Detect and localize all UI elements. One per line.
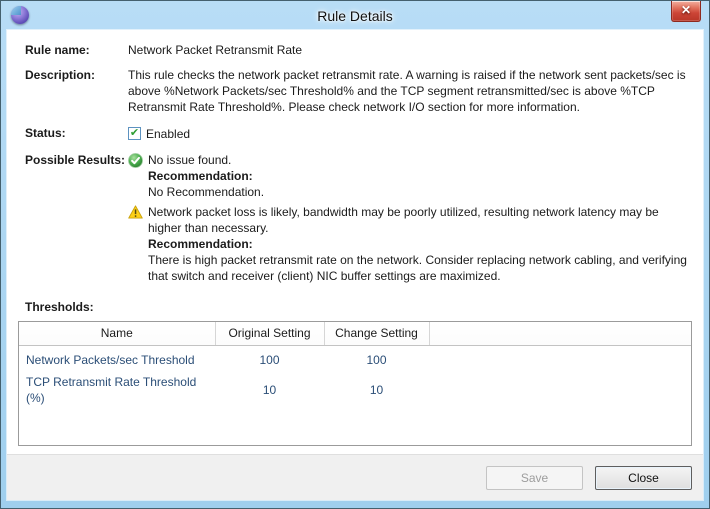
row-filler xyxy=(429,346,691,374)
footer: Save Close xyxy=(7,454,703,500)
column-header-change-setting: Change Setting xyxy=(324,321,430,346)
table-row[interactable]: TCP Retransmit Rate Threshold (%) 10 10 xyxy=(19,374,691,406)
status-label: Status: xyxy=(25,125,66,140)
dialog-body: Rule name: Network Packet Retransmit Rat… xyxy=(7,30,703,500)
close-icon: ✕ xyxy=(680,3,692,17)
window-title: Rule Details xyxy=(317,7,393,24)
checkbox-check-icon: ✔ xyxy=(129,127,140,139)
change-setting-value[interactable]: 100 xyxy=(324,346,429,374)
result-text: No issue found. xyxy=(148,152,232,167)
rule-name-label: Rule name: xyxy=(25,43,90,57)
success-icon xyxy=(128,152,148,200)
original-setting-value: 10 xyxy=(262,382,277,397)
save-button[interactable]: Save xyxy=(486,465,583,490)
threshold-name: TCP Retransmit Rate Threshold (%) xyxy=(26,374,197,405)
recommendation-text: No Recommendation. xyxy=(148,184,265,199)
recommendation-label: Recommendation: xyxy=(148,236,253,251)
original-setting-value: 100 xyxy=(259,352,280,367)
recommendation-label: Recommendation: xyxy=(148,168,253,183)
titlebar: Rule Details ✕ xyxy=(1,1,709,30)
column-header-filler xyxy=(429,321,691,346)
table-row[interactable]: Network Packets/sec Threshold 100 100 xyxy=(19,346,691,374)
app-sphere-icon xyxy=(11,6,29,24)
change-setting-value[interactable]: 10 xyxy=(324,374,429,406)
possible-results-row: Possible Results: No issue found. Recomm… xyxy=(18,152,692,288)
dialog-content: Rule name: Network Packet Retransmit Rat… xyxy=(7,30,703,454)
column-header-original-setting: Original Setting xyxy=(215,321,325,346)
rule-name-row: Rule name: Network Packet Retransmit Rat… xyxy=(18,42,692,58)
thresholds-table: Name Original Setting Change Setting Net… xyxy=(18,320,692,446)
close-button-footer[interactable]: Close xyxy=(595,465,692,490)
status-checkbox[interactable]: ✔ xyxy=(128,127,141,140)
status-row: Status: ✔ Enabled xyxy=(18,124,692,142)
thresholds-label-row: Thresholds: xyxy=(18,299,692,315)
thresholds-label: Thresholds: xyxy=(25,299,94,314)
description-label: Description: xyxy=(25,68,96,82)
rule-name-value: Network Packet Retransmit Rate xyxy=(128,43,303,57)
result-text: Network packet loss is likely, bandwidth… xyxy=(148,204,659,235)
warning-icon xyxy=(128,204,148,284)
row-filler xyxy=(429,374,691,406)
rule-details-dialog: Rule Details ✕ Rule name: Network Packet… xyxy=(0,0,710,509)
recommendation-text: There is high packet retransmit rate on … xyxy=(148,252,687,283)
sphere-wedge xyxy=(11,6,21,15)
description-row: Description: This rule checks the networ… xyxy=(18,67,692,115)
description-text: This rule checks the network packet retr… xyxy=(128,68,686,114)
thresholds-header-row: Name Original Setting Change Setting xyxy=(19,321,691,346)
column-header-name: Name xyxy=(19,321,216,346)
possible-results-label: Possible Results: xyxy=(25,152,126,167)
result-item-success: No issue found. Recommendation: No Recom… xyxy=(128,152,692,200)
status-checkbox-wrap: ✔ Enabled xyxy=(128,126,190,142)
close-button[interactable]: ✕ xyxy=(671,1,701,22)
status-checkbox-label: Enabled xyxy=(146,126,191,141)
threshold-name: Network Packets/sec Threshold xyxy=(26,352,195,367)
result-item-warning: Network packet loss is likely, bandwidth… xyxy=(128,204,692,284)
